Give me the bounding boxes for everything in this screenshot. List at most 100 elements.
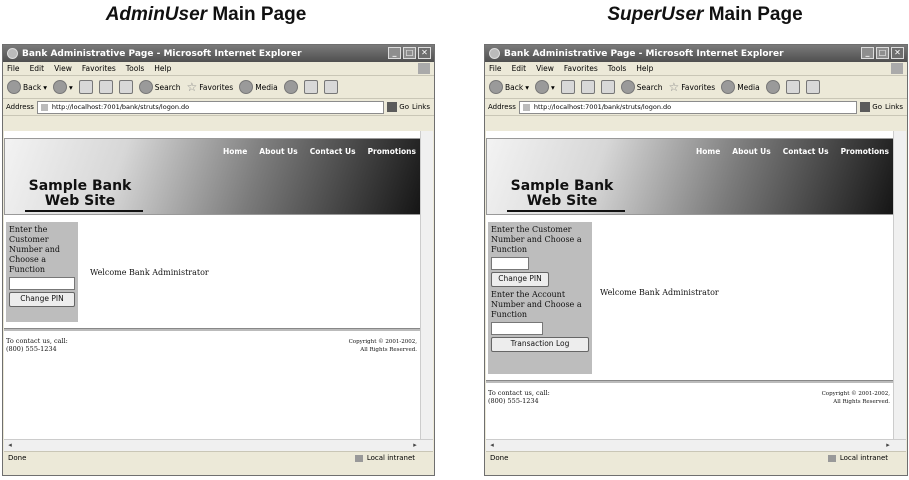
- close-button[interactable]: ✕: [418, 47, 431, 59]
- copyright-line2: All Rights Reserved.: [833, 399, 890, 405]
- back-button[interactable]: Back ▾: [7, 80, 47, 94]
- page-content: Home About Us Contact Us Promotions Samp…: [4, 131, 433, 439]
- toolbar: Back ▾ ▾ Search ☆ Favorites Media: [3, 76, 434, 99]
- footer-divider: [486, 380, 894, 383]
- print-icon[interactable]: [805, 80, 820, 94]
- history-icon[interactable]: [283, 80, 298, 94]
- ie-logo-icon: [489, 48, 500, 59]
- scroll-left-icon[interactable]: ◂: [487, 441, 497, 450]
- contact-phone: (800) 555-1234: [488, 397, 539, 405]
- favorites-button[interactable]: ☆ Favorites: [187, 80, 234, 94]
- stop-icon[interactable]: [560, 80, 575, 94]
- back-button[interactable]: Back ▾: [489, 80, 529, 94]
- change-pin-button[interactable]: Change PIN: [491, 272, 549, 287]
- site-banner: Home About Us Contact Us Promotions Samp…: [486, 138, 894, 215]
- title-bar[interactable]: Bank Administrative Page - Microsoft Int…: [3, 45, 434, 62]
- mail-icon[interactable]: [785, 80, 800, 94]
- media-icon: [239, 80, 254, 94]
- maximize-button[interactable]: □: [876, 47, 889, 59]
- customer-number-input[interactable]: [491, 257, 529, 270]
- nav-promotions[interactable]: Promotions: [368, 147, 416, 156]
- nav-home[interactable]: Home: [696, 147, 720, 156]
- window-title: Bank Administrative Page - Microsoft Int…: [22, 48, 302, 59]
- menu-help[interactable]: Help: [154, 64, 171, 73]
- admin-caption: AdminUser Main Page: [56, 4, 356, 26]
- menu-tools[interactable]: Tools: [608, 64, 626, 73]
- menu-bar: File Edit View Favorites Tools Help: [485, 62, 907, 76]
- menu-edit[interactable]: Edit: [30, 64, 45, 73]
- menu-favorites[interactable]: Favorites: [82, 64, 116, 73]
- search-button[interactable]: Search: [138, 80, 181, 94]
- function-panel: Enter the Customer Number and Choose a F…: [488, 222, 592, 374]
- mail-icon[interactable]: [303, 80, 318, 94]
- search-label: Search: [154, 82, 181, 92]
- scroll-right-icon[interactable]: ▸: [410, 441, 420, 450]
- print-icon[interactable]: [323, 80, 338, 94]
- media-button[interactable]: Media: [721, 80, 760, 94]
- copyright: Copyright © 2001-2002, All Rights Reserv…: [822, 390, 890, 406]
- menu-file[interactable]: File: [489, 64, 502, 73]
- windows-flag-icon: [418, 63, 430, 74]
- contact-line1: To contact us, call:: [488, 389, 550, 397]
- menu-tools[interactable]: Tools: [126, 64, 144, 73]
- transaction-log-button[interactable]: Transaction Log: [491, 337, 589, 352]
- menu-edit[interactable]: Edit: [512, 64, 527, 73]
- links-button[interactable]: Links: [412, 103, 430, 111]
- go-button[interactable]: Go: [387, 102, 409, 112]
- nav-contact-us[interactable]: Contact Us: [783, 147, 829, 156]
- menu-view[interactable]: View: [54, 64, 72, 73]
- links-button[interactable]: Links: [885, 103, 903, 111]
- site-name-line2: Web Site: [44, 193, 116, 209]
- account-prompt: Enter the Account Number and Choose a Fu…: [491, 290, 582, 319]
- menu-favorites[interactable]: Favorites: [564, 64, 598, 73]
- media-button[interactable]: Media: [239, 80, 278, 94]
- stop-icon[interactable]: [78, 80, 93, 94]
- account-number-input[interactable]: [491, 322, 543, 335]
- go-label: Go: [872, 103, 883, 111]
- forward-arrow-icon: [534, 80, 549, 94]
- refresh-icon[interactable]: [98, 80, 113, 94]
- home-icon[interactable]: [118, 80, 133, 94]
- admin-browser-window: Bank Administrative Page - Microsoft Int…: [2, 44, 435, 476]
- copyright-line2: All Rights Reserved.: [360, 347, 417, 353]
- menu-help[interactable]: Help: [636, 64, 653, 73]
- address-bar: Address http://localhost:7001/bank/strut…: [485, 99, 907, 116]
- scroll-right-icon[interactable]: ▸: [883, 441, 893, 450]
- back-label: Back: [505, 82, 524, 92]
- maximize-button[interactable]: □: [403, 47, 416, 59]
- forward-button[interactable]: ▾: [52, 80, 73, 94]
- refresh-icon[interactable]: [580, 80, 595, 94]
- search-label: Search: [636, 82, 663, 92]
- nav-contact-us[interactable]: Contact Us: [310, 147, 356, 156]
- title-bar[interactable]: Bank Administrative Page - Microsoft Int…: [485, 45, 907, 62]
- go-button[interactable]: Go: [860, 102, 882, 112]
- vertical-scrollbar[interactable]: [420, 131, 433, 439]
- site-name-line1: Sample Bank: [28, 178, 132, 194]
- history-icon[interactable]: [765, 80, 780, 94]
- minimize-button[interactable]: _: [388, 47, 401, 59]
- page-content: Home About Us Contact Us Promotions Samp…: [486, 131, 906, 439]
- nav-promotions[interactable]: Promotions: [841, 147, 889, 156]
- change-pin-button[interactable]: Change PIN: [9, 292, 75, 307]
- nav-home[interactable]: Home: [223, 147, 247, 156]
- scroll-left-icon[interactable]: ◂: [5, 441, 15, 450]
- home-icon[interactable]: [600, 80, 615, 94]
- menu-file[interactable]: File: [7, 64, 20, 73]
- menu-view[interactable]: View: [536, 64, 554, 73]
- customer-number-input[interactable]: [9, 277, 75, 290]
- favorites-button[interactable]: ☆ Favorites: [669, 80, 716, 94]
- media-label: Media: [255, 82, 278, 92]
- forward-button[interactable]: ▾: [534, 80, 555, 94]
- site-name-underline: [25, 210, 143, 212]
- address-input[interactable]: http://localhost:7001/bank/struts/logon.…: [36, 100, 385, 114]
- nav-about-us[interactable]: About Us: [732, 147, 770, 156]
- admin-caption-rest: Main Page: [207, 4, 307, 25]
- search-button[interactable]: Search: [620, 80, 663, 94]
- minimize-button[interactable]: _: [861, 47, 874, 59]
- vertical-scrollbar[interactable]: [893, 131, 906, 439]
- nav-about-us[interactable]: About Us: [259, 147, 297, 156]
- status-text: Done: [8, 454, 27, 462]
- close-button[interactable]: ✕: [891, 47, 904, 59]
- copyright-line1: Copyright © 2001-2002,: [348, 339, 417, 345]
- address-input[interactable]: http://localhost:7001/bank/struts/logon.…: [518, 100, 858, 114]
